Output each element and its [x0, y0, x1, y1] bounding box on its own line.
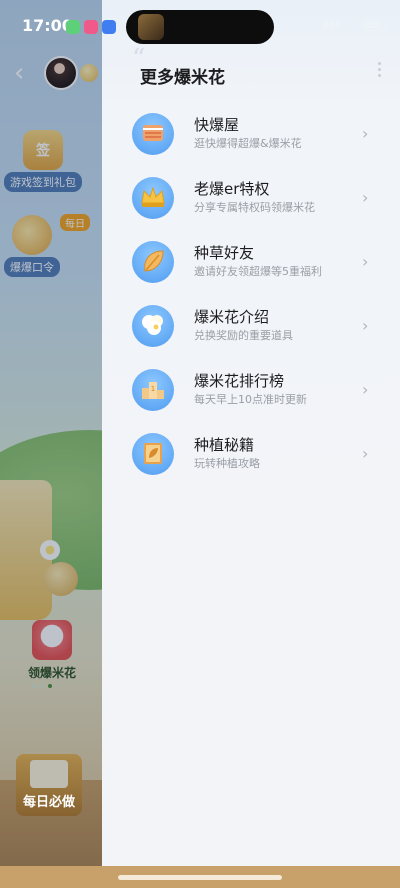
drawer-title: 更多爆米花: [140, 68, 225, 88]
item-desc: 邀请好友领超爆等5重福利: [194, 265, 322, 278]
drawer-list: 快爆屋 逛快爆得超爆&爆米花 › 老爆er特权 分享专属特权码领爆米花 › 种草…: [102, 102, 400, 486]
item-name: 老爆er特权: [194, 180, 270, 198]
home-gesture-bar[interactable]: [118, 875, 282, 880]
item-desc: 分享专属特权码领爆米花: [194, 201, 315, 214]
item-desc: 逛快爆得超爆&爆米花: [194, 137, 302, 150]
battery-icon: [362, 18, 386, 31]
wifi-icon: ◠: [346, 18, 356, 31]
list-item-popcorn-leaderboard[interactable]: 1 爆米花排行榜 每天早上10点准时更新 ›: [102, 358, 400, 422]
dynamic-island[interactable]: [126, 10, 274, 44]
daily-tasks-label: 每日必做: [22, 795, 75, 810]
item-name: 爆米花介绍: [194, 308, 270, 326]
status-bar: 17:00 ▮▮▮ ◠: [0, 0, 400, 46]
signal-icon: ▮▮▮: [322, 18, 341, 31]
list-item-kuaibao-house[interactable]: 快爆屋 逛快爆得超爆&爆米花 ›: [102, 102, 400, 166]
book-icon: [132, 433, 174, 475]
item-name: 爆米花排行榜: [194, 372, 285, 390]
chevron-right-icon: ›: [362, 316, 369, 335]
notes-app-icon: [102, 20, 116, 34]
item-name: 种草好友: [194, 244, 255, 262]
chevron-right-icon: ›: [362, 124, 369, 143]
chevron-right-icon: ›: [362, 444, 369, 463]
chevron-right-icon: ›: [362, 252, 369, 271]
item-desc: 兑换奖励的重要道具: [194, 329, 293, 342]
music-app-icon: [84, 20, 98, 34]
system-icons: ▮▮▮ ◠: [322, 18, 386, 31]
podium-icon: 1: [132, 369, 174, 411]
leaf-icon: [132, 241, 174, 283]
item-desc: 每天早上10点准时更新: [194, 393, 307, 406]
house-icon: [132, 113, 174, 155]
wechat-icon: [66, 20, 80, 34]
chevron-right-icon: ›: [362, 380, 369, 399]
crown-icon: [132, 177, 174, 219]
list-item-recommend-friends[interactable]: 种草好友 邀请好友领超爆等5重福利 ›: [102, 230, 400, 294]
more-options-icon[interactable]: [378, 62, 382, 77]
item-name: 种植秘籍: [194, 436, 255, 454]
list-item-popcorn-intro[interactable]: 爆米花介绍 兑换奖励的重要道具 ›: [102, 294, 400, 358]
svg-text:1: 1: [151, 385, 155, 393]
chevron-right-icon: ›: [362, 188, 369, 207]
list-item-veteran-privilege[interactable]: 老爆er特权 分享专属特权码领爆米花 ›: [102, 166, 400, 230]
list-item-planting-guide[interactable]: 种植秘籍 玩转种植攻略 ›: [102, 422, 400, 486]
popcorn-icon: [132, 305, 174, 347]
item-name: 快爆屋: [194, 116, 240, 134]
game-thumbnail-icon: [138, 14, 164, 40]
more-popcorn-drawer: “ 更多爆米花 快爆屋 逛快爆得超爆&爆米花 › 老爆er特权 分享专属特权码领…: [102, 0, 400, 866]
item-desc: 玩转种植攻略: [194, 457, 260, 470]
